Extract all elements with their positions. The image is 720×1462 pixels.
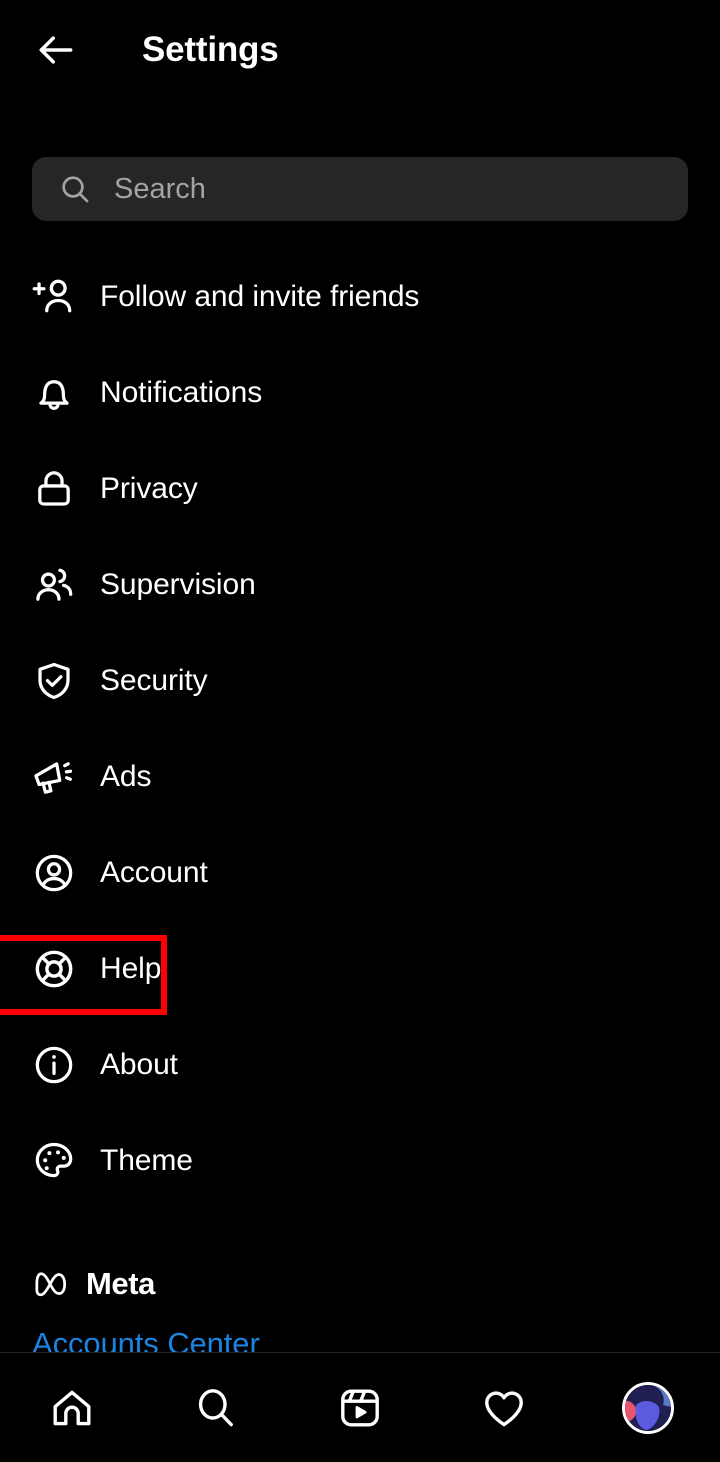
nav-item-search[interactable] xyxy=(144,1353,288,1462)
menu-item-label: Privacy xyxy=(100,472,198,505)
menu-item-label: Theme xyxy=(100,1144,193,1177)
person-add-icon xyxy=(30,273,78,321)
back-button[interactable] xyxy=(26,20,86,80)
menu-item-label: Security xyxy=(100,664,208,697)
nav-item-home[interactable] xyxy=(0,1353,144,1462)
nav-item-reels[interactable] xyxy=(288,1353,432,1462)
menu-item-label: Follow and invite friends xyxy=(100,280,420,313)
menu-item-privacy[interactable]: Privacy xyxy=(0,441,720,537)
header-bar: Settings xyxy=(0,0,720,100)
search-input[interactable] xyxy=(114,172,668,206)
page-title: Settings xyxy=(142,30,279,69)
lock-icon xyxy=(30,465,78,513)
menu-item-security[interactable]: Security xyxy=(0,633,720,729)
info-circle-icon xyxy=(30,1041,78,1089)
settings-menu-list: Follow and invite friends Notifications … xyxy=(0,249,720,1209)
avatar xyxy=(622,1381,674,1434)
menu-item-label: Ads xyxy=(100,760,152,793)
menu-item-notifications[interactable]: Notifications xyxy=(0,345,720,441)
nav-item-activity[interactable] xyxy=(432,1353,576,1462)
shield-check-icon xyxy=(30,657,78,705)
settings-screen: Settings Follow and invite friends xyxy=(0,0,720,1462)
search-bar[interactable] xyxy=(32,157,688,221)
menu-item-ads[interactable]: Ads xyxy=(0,729,720,825)
bell-icon xyxy=(30,369,78,417)
arrow-left-icon xyxy=(34,28,78,72)
meta-infinity-icon xyxy=(32,1269,74,1299)
menu-item-about[interactable]: About xyxy=(0,1017,720,1113)
menu-item-label: About xyxy=(100,1048,178,1081)
meta-brand-row: Meta xyxy=(32,1262,692,1306)
palette-icon xyxy=(30,1137,78,1185)
nav-item-profile[interactable] xyxy=(576,1353,720,1462)
meta-footer: Meta Accounts Center xyxy=(32,1262,692,1362)
menu-item-account[interactable]: Account xyxy=(0,825,720,921)
search-icon xyxy=(192,1384,240,1432)
menu-item-supervision[interactable]: Supervision xyxy=(0,537,720,633)
menu-item-label: Account xyxy=(100,856,208,889)
reels-icon xyxy=(336,1384,384,1432)
home-icon xyxy=(48,1384,96,1432)
bottom-navigation-bar xyxy=(0,1352,720,1462)
account-circle-icon xyxy=(30,849,78,897)
menu-item-label: Help xyxy=(100,952,162,985)
meta-brand-label: Meta xyxy=(86,1266,156,1301)
people-icon xyxy=(30,561,78,609)
menu-item-label: Notifications xyxy=(100,376,263,409)
search-icon xyxy=(58,172,92,206)
menu-item-label: Supervision xyxy=(100,568,256,601)
menu-item-help[interactable]: Help xyxy=(0,921,720,1017)
menu-item-follow-and-invite-friends[interactable]: Follow and invite friends xyxy=(0,249,720,345)
lifebuoy-icon xyxy=(30,945,78,993)
menu-item-theme[interactable]: Theme xyxy=(0,1113,720,1209)
megaphone-icon xyxy=(30,753,78,801)
heart-icon xyxy=(480,1384,528,1432)
